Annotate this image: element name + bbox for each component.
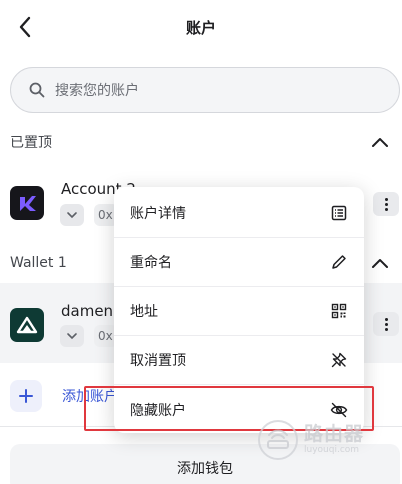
menu-item-account-details[interactable]: 账户详情 bbox=[114, 189, 364, 238]
chevron-down-icon bbox=[67, 333, 77, 340]
expand-button[interactable] bbox=[60, 204, 84, 226]
router-icon bbox=[258, 420, 298, 460]
list-icon bbox=[330, 204, 348, 222]
account-avatar bbox=[10, 186, 44, 220]
chevron-up-icon[interactable] bbox=[370, 132, 390, 152]
menu-item-rename[interactable]: 重命名 bbox=[114, 238, 364, 287]
pinned-section-header[interactable]: 已置顶 bbox=[10, 131, 390, 153]
more-options-button[interactable] bbox=[373, 192, 399, 216]
account-avatar bbox=[10, 308, 44, 342]
menu-item-label: 取消置顶 bbox=[130, 353, 186, 369]
watermark: 路由器 luyouqi.com bbox=[258, 420, 388, 460]
qr-code-icon bbox=[330, 302, 348, 320]
menu-item-label: 地址 bbox=[130, 304, 158, 320]
wallet-section-label: Wallet 1 bbox=[10, 255, 67, 271]
menu-item-label: 账户详情 bbox=[130, 206, 186, 222]
watermark-title: 路由器 bbox=[304, 423, 365, 445]
search-icon bbox=[29, 81, 47, 99]
menu-item-address[interactable]: 地址 bbox=[114, 287, 364, 336]
pinned-section-label: 已置顶 bbox=[10, 135, 52, 151]
menu-item-unpin[interactable]: 取消置顶 bbox=[114, 336, 364, 385]
menu-item-label: 重命名 bbox=[130, 255, 172, 271]
unpin-icon bbox=[330, 351, 348, 369]
more-options-button[interactable] bbox=[373, 312, 399, 336]
account-name: damen bbox=[61, 302, 114, 320]
chevron-up-icon[interactable] bbox=[370, 253, 390, 273]
search-placeholder: 搜索您的账户 bbox=[55, 83, 139, 99]
header: 账户 bbox=[0, 0, 402, 56]
search-input[interactable]: 搜索您的账户 bbox=[10, 67, 400, 113]
expand-button[interactable] bbox=[60, 325, 84, 347]
pencil-icon bbox=[330, 253, 348, 271]
page-title: 账户 bbox=[185, 19, 216, 37]
chevron-down-icon bbox=[67, 212, 77, 219]
watermark-subtitle: luyouqi.com bbox=[304, 445, 360, 455]
plus-icon bbox=[10, 380, 42, 412]
